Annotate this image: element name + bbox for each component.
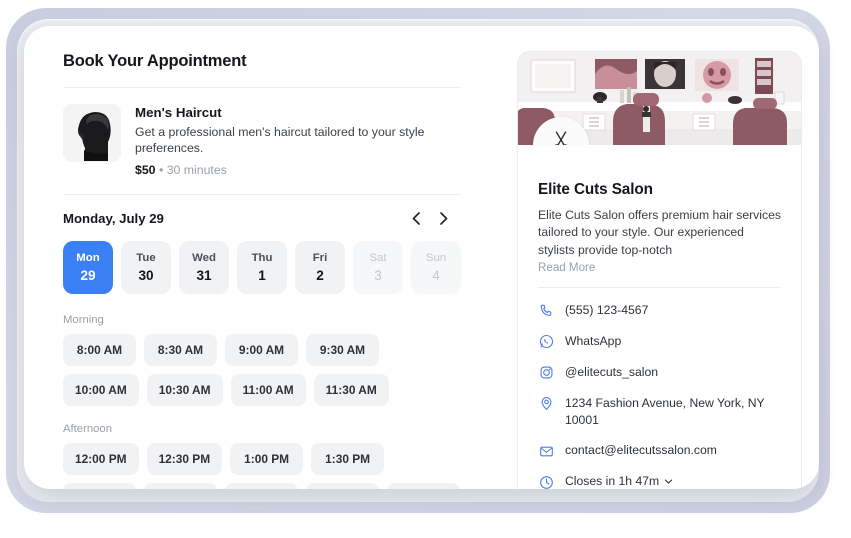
contact-value: contact@elitecutssalon.com	[565, 443, 717, 458]
booking-panel: Book Your Appointment Men's Haircut Get …	[24, 26, 489, 489]
day-chip-weekday: Thu	[251, 251, 273, 264]
service-price: $50	[135, 162, 156, 177]
salon-contact-list: (555) 123-4567 WhatsApp @elitecuts_salon 12…	[518, 288, 801, 489]
time-slot[interactable]: 3:30 PM	[306, 482, 379, 489]
contact-text: (555) 123-4567	[565, 302, 648, 319]
day-chip-wed[interactable]: Wed 31	[179, 240, 229, 294]
day-chip-tue[interactable]: Tue 30	[121, 240, 171, 294]
time-slot[interactable]: 4:00 PM	[387, 482, 460, 489]
day-chip-fri[interactable]: Fri 2	[295, 240, 345, 294]
time-slot[interactable]: 3:00 PM	[225, 482, 298, 489]
service-description: Get a professional men's haircut tailore…	[135, 125, 425, 155]
service-meta-separator: •	[158, 162, 164, 177]
day-chip-weekday: Fri	[312, 251, 328, 264]
service-duration: 30 minutes	[166, 162, 227, 177]
day-chip-date: 4	[432, 267, 440, 283]
contact-text: @elitecuts_salon	[565, 364, 658, 381]
chevron-left-icon[interactable]	[409, 211, 423, 227]
mens-haircut-profile-photo	[63, 104, 121, 162]
contact-row-phone[interactable]: (555) 123-4567	[538, 302, 781, 319]
salon-description: Elite Cuts Salon offers premium hair ser…	[538, 208, 781, 257]
contact-row-whatsapp[interactable]: WhatsApp	[538, 333, 781, 350]
salon-panel: ELITE CUTS SALON Elite Cuts Salon Elite …	[489, 26, 819, 489]
day-chip-weekday: Tue	[136, 251, 156, 264]
slot-group-label-morning: Morning	[63, 313, 104, 326]
day-chip-weekday: Sat	[369, 251, 387, 264]
service-name: Men's Haircut	[135, 105, 222, 120]
date-navigation: Monday, July 29	[63, 211, 461, 227]
chevron-right-icon[interactable]	[437, 211, 451, 227]
day-chip-mon[interactable]: Mon 29	[63, 240, 113, 294]
time-slot[interactable]: 9:00 AM	[225, 333, 298, 366]
read-more-link[interactable]: Read More	[538, 261, 781, 274]
day-chip-date: 1	[258, 267, 266, 283]
contact-text: WhatsApp	[565, 333, 621, 350]
time-slot[interactable]: 2:30 PM	[144, 482, 217, 489]
contact-value: Closes in 1h 47m	[565, 474, 660, 489]
day-selector: Mon 29 Tue 30 Wed 31 Thu 1 Fri 2 Sat 3 Sun 4	[63, 240, 461, 294]
salon-name: Elite Cuts Salon	[538, 181, 653, 198]
device-bezel: Book Your Appointment Men's Haircut Get …	[17, 19, 819, 502]
salon-logo-badge: ELITE CUTS SALON	[533, 117, 589, 145]
day-chip-weekday: Mon	[76, 251, 100, 264]
time-slot[interactable]: 1:30 PM	[311, 442, 385, 475]
selected-date-label: Monday, July 29	[63, 211, 164, 227]
service-meta: $50 • 30 minutes	[135, 163, 461, 177]
mail-icon	[538, 443, 554, 459]
contact-text: Closes in 1h 47m	[565, 473, 673, 489]
time-slot[interactable]: 12:30 PM	[146, 442, 223, 475]
clock-icon	[538, 474, 554, 489]
slot-group-label-afternoon: Afternoon	[63, 422, 112, 435]
device-frame: Book Your Appointment Men's Haircut Get …	[6, 8, 830, 513]
day-chip-sun: Sun 4	[411, 240, 461, 294]
day-chip-weekday: Sun	[425, 251, 447, 264]
page-title: Book Your Appointment	[63, 52, 247, 70]
time-slot[interactable]: 8:30 AM	[144, 333, 217, 366]
chevron-down-icon[interactable]	[664, 474, 673, 489]
contact-row-mail[interactable]: contact@elitecutssalon.com	[538, 442, 781, 459]
contact-value: 1234 Fashion Avenue, New York, NY 10001	[565, 395, 765, 427]
contact-value: (555) 123-4567	[565, 302, 649, 317]
service-divider	[63, 193, 461, 195]
service-summary: Men's Haircut Get a professional men's h…	[63, 104, 461, 194]
instagram-icon	[538, 365, 554, 381]
contact-value: @elitecuts_salon	[565, 364, 658, 379]
time-slot[interactable]: 10:30 AM	[146, 373, 223, 406]
slot-grid-afternoon: 12:00 PM12:30 PM1:00 PM1:30 PM 2:00 PM 2:3…	[63, 442, 461, 489]
time-slot[interactable]: 9:30 AM	[306, 333, 379, 366]
contact-text: 1234 Fashion Avenue, New York, NY 10001	[565, 395, 781, 428]
time-slot[interactable]: 8:00 AM	[63, 333, 136, 366]
app-screen: Book Your Appointment Men's Haircut Get …	[24, 26, 819, 489]
day-chip-date: 30	[138, 267, 154, 283]
day-chip-date: 3	[374, 267, 382, 283]
day-chip-thu[interactable]: Thu 1	[237, 240, 287, 294]
time-slot[interactable]: 2:00 PM	[63, 482, 136, 489]
time-slot[interactable]: 11:30 AM	[313, 373, 389, 406]
day-chip-weekday: Wed	[192, 251, 216, 264]
contact-value: WhatsApp	[565, 333, 622, 348]
slot-grid-morning: 8:00 AM 8:30 AM 9:00 AM 9:30 AM 10:00 AM 10:3…	[63, 333, 461, 406]
contact-row-map-pin[interactable]: 1234 Fashion Avenue, New York, NY 10001	[538, 395, 781, 428]
salon-info-card: ELITE CUTS SALON Elite Cuts Salon Elite …	[517, 51, 802, 489]
whatsapp-icon	[538, 334, 554, 350]
day-chip-date: 31	[196, 267, 212, 283]
contact-text: contact@elitecutssalon.com	[565, 442, 717, 459]
contact-row-instagram[interactable]: @elitecuts_salon	[538, 364, 781, 381]
day-chip-sat: Sat 3	[353, 240, 403, 294]
phone-icon	[538, 303, 554, 319]
time-slot[interactable]: 11:00 AM	[230, 373, 306, 406]
salon-interior-photo: ELITE CUTS SALON	[518, 52, 801, 145]
time-slot[interactable]: 12:00 PM	[63, 442, 139, 475]
map-pin-icon	[538, 396, 554, 412]
time-slot[interactable]: 1:00 PM	[230, 442, 304, 475]
day-chip-date: 2	[316, 267, 324, 283]
contact-row-clock[interactable]: Closes in 1h 47m	[538, 473, 781, 489]
time-slot-sections: Morning 8:00 AM 8:30 AM 9:00 AM 9:30 AM 10:00…	[63, 314, 461, 489]
time-slot[interactable]: 10:00 AM	[63, 373, 139, 406]
day-chip-date: 29	[80, 267, 96, 283]
title-divider	[63, 87, 461, 88]
